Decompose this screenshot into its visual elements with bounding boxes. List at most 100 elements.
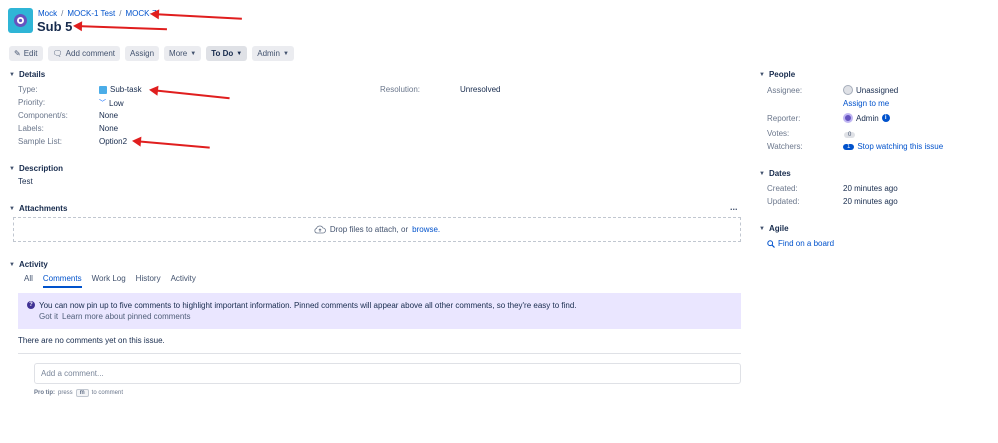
pro-tip-label: Pro tip: [34,390,55,396]
details-header-label: Details [18,70,46,79]
collapse-triangle-icon: ▼ [9,205,15,212]
tab-history[interactable]: History [136,274,161,288]
admin-label: Admin [257,49,280,58]
votes-count: 0 [844,132,856,138]
assignee-value[interactable]: Unassigned [843,85,898,95]
robot-icon [14,14,27,27]
info-message: You can now pin up to five comments to h… [39,301,577,310]
add-comment-button[interactable]: 🗨 Add comment [47,46,121,61]
stop-watching-link[interactable]: Stop watching this issue [857,142,943,151]
activity-header-label: Activity [18,260,48,269]
annotation-arrow [74,25,167,31]
pencil-icon: ✎ [14,49,21,58]
labels-value: None [99,124,119,133]
votes-label: Votes: [767,129,790,138]
watchers-label: Watchers: [767,142,803,151]
pro-tip: Pro tip: press m to comment [34,389,123,397]
edit-button[interactable]: ✎ Edit [9,46,43,61]
attachments-section-header[interactable]: ▼ Attachments [9,204,67,213]
more-label: More [169,49,188,58]
chevron-down-icon: ▼ [236,50,243,57]
collapse-triangle-icon: ▼ [759,225,765,232]
breadcrumb-project[interactable]: Mock [38,9,57,18]
description-text[interactable]: Test [18,177,33,186]
sample-list-value: Option2 [99,137,128,146]
type-value: Sub-task [99,85,142,94]
reporter-label: Reporter: [767,114,801,123]
tab-comments[interactable]: Comments [42,274,82,288]
annotation-arrow [151,13,242,20]
breadcrumb: Mock / MOCK-1 Test / MOCK-7 [38,9,157,18]
details-section-header[interactable]: ▼ Details [9,70,45,79]
breadcrumb-parent-issue[interactable]: MOCK-1 Test [67,9,115,18]
annotation-arrow [150,89,230,100]
assignee-label: Assignee: [767,86,803,95]
activity-divider [18,353,741,354]
tab-work-log[interactable]: Work Log [92,274,126,288]
people-section-header[interactable]: ▼ People [759,70,795,79]
priority-value-text: Low [109,98,124,108]
edit-label: Edit [23,49,38,58]
watchers-count[interactable]: 1 [843,143,855,150]
labels-label: Labels: [18,124,44,133]
agile-section-header[interactable]: ▼ Agile [759,224,789,233]
type-value-text: Sub-task [110,85,142,94]
attachments-header-label: Attachments [18,204,68,213]
assign-to-me-link[interactable]: Assign to me [843,99,889,108]
dropzone-text: Drop files to attach, or [329,225,409,234]
chevron-down-icon: ▼ [282,50,289,57]
issue-title[interactable]: Sub 5 [37,19,72,34]
search-icon [767,239,775,248]
reporter-value[interactable]: Admin i [843,113,890,123]
assignee-value-text: Unassigned [856,85,899,95]
question-icon: ? [27,301,35,309]
admin-avatar [843,113,853,123]
collapse-triangle-icon: ▼ [9,71,15,78]
resolution-label: Resolution: [380,85,421,94]
attachment-dropzone[interactable]: Drop files to attach, or browse. [13,217,741,242]
chevron-down-icon: ▼ [190,50,197,57]
updated-label: Updated: [767,197,800,206]
description-header-label: Description [18,164,63,173]
created-label: Created: [767,184,798,193]
watchers-value: 1 Stop watching this issue [843,142,943,151]
priority-label: Priority: [18,98,46,107]
find-on-board-link[interactable]: Find on a board [767,239,834,248]
got-it-link[interactable]: Got it [39,312,58,321]
dates-section-header[interactable]: ▼ Dates [759,169,791,178]
tab-all[interactable]: All [24,274,33,288]
resolution-value: Unresolved [460,85,501,94]
info-icon[interactable]: i [881,114,890,122]
cloud-upload-icon [314,225,326,234]
issue-toolbar: ✎ Edit 🗨 Add comment Assign More ▼ To Do… [9,46,294,61]
tab-activity[interactable]: Activity [171,274,196,288]
description-section-header[interactable]: ▼ Description [9,164,63,173]
collapse-triangle-icon: ▼ [759,170,765,177]
activity-section-header[interactable]: ▼ Activity [9,260,48,269]
learn-more-link[interactable]: Learn more about pinned comments [62,312,191,321]
breadcrumb-separator: / [61,9,64,18]
project-avatar[interactable] [8,8,33,33]
browse-link[interactable]: browse. [412,225,440,234]
add-comment-label: Add comment [65,49,116,58]
pro-tip-suffix: to comment [91,390,124,396]
priority-low-icon: ﹀ [99,100,106,107]
sample-list-label: Sample List: [18,137,63,146]
admin-button[interactable]: Admin ▼ [252,46,294,61]
more-button[interactable]: More ▼ [164,46,202,61]
attachments-more-button[interactable]: ... [730,202,738,212]
status-button[interactable]: To Do ▼ [206,46,248,61]
assign-button[interactable]: Assign [125,46,160,61]
components-value: None [99,111,119,120]
comment-input[interactable] [34,363,741,384]
keyboard-key: m [75,389,89,397]
pinned-comments-info-box [18,293,741,329]
created-value: 20 minutes ago [843,184,898,193]
collapse-triangle-icon: ▼ [9,261,15,268]
reporter-value-text: Admin [856,113,879,123]
updated-value: 20 minutes ago [843,197,898,206]
priority-value: ﹀ Low [99,98,124,108]
votes-badge[interactable]: 0 [844,129,856,138]
people-header-label: People [768,70,796,79]
type-label: Type: [18,85,38,94]
